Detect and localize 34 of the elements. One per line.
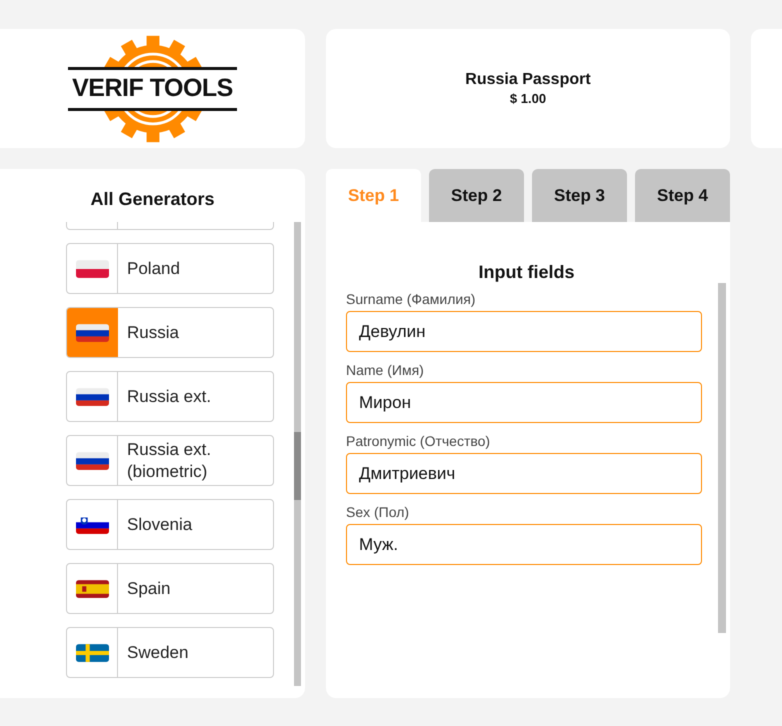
generator-item[interactable]: Poland xyxy=(66,243,274,294)
logo-text: VERIF TOOLS xyxy=(68,66,237,110)
step-tab[interactable]: Step 3 xyxy=(532,169,627,222)
field-label: Patronymic (Отчество) xyxy=(346,433,492,449)
flag-icon xyxy=(76,324,108,342)
input-field[interactable]: Муж. xyxy=(346,524,702,565)
scrollbar[interactable] xyxy=(294,222,301,686)
input-field[interactable]: Девулин xyxy=(346,311,702,352)
list-item[interactable] xyxy=(66,222,274,230)
flag-icon xyxy=(76,644,108,662)
product-title: Russia Passport xyxy=(465,71,591,89)
input-field[interactable]: Мирон xyxy=(346,382,702,423)
generator-item[interactable]: Russia ext. (biometric) xyxy=(66,435,274,486)
flag-icon xyxy=(76,452,108,470)
field-label: Surname (Фамилия) xyxy=(346,291,476,307)
field-label: Name (Имя) xyxy=(346,362,425,378)
generator-item[interactable]: Spain xyxy=(66,563,274,614)
generator-item[interactable]: Sweden xyxy=(66,627,274,678)
generator-item[interactable]: Slovenia xyxy=(66,499,274,550)
field-label: Sex (Пол) xyxy=(346,504,410,520)
flag-icon xyxy=(76,516,108,534)
input-field[interactable]: Дмитриевич xyxy=(346,453,702,494)
generator-item[interactable]: Russia ext. xyxy=(66,371,274,422)
step-tab[interactable]: Step 4 xyxy=(635,169,730,222)
scrollbar[interactable] xyxy=(718,283,726,633)
scrollbar-thumb[interactable] xyxy=(294,432,301,500)
generator-item[interactable]: Russia xyxy=(66,307,274,358)
flag-icon xyxy=(76,580,108,598)
flag-icon xyxy=(76,260,108,278)
flag-icon xyxy=(76,388,108,406)
form-title: Input fields xyxy=(478,261,576,284)
product-price: $ 1.00 xyxy=(510,91,546,106)
panel-title: All Generators xyxy=(89,188,216,211)
step-tab[interactable]: Step 2 xyxy=(429,169,524,222)
